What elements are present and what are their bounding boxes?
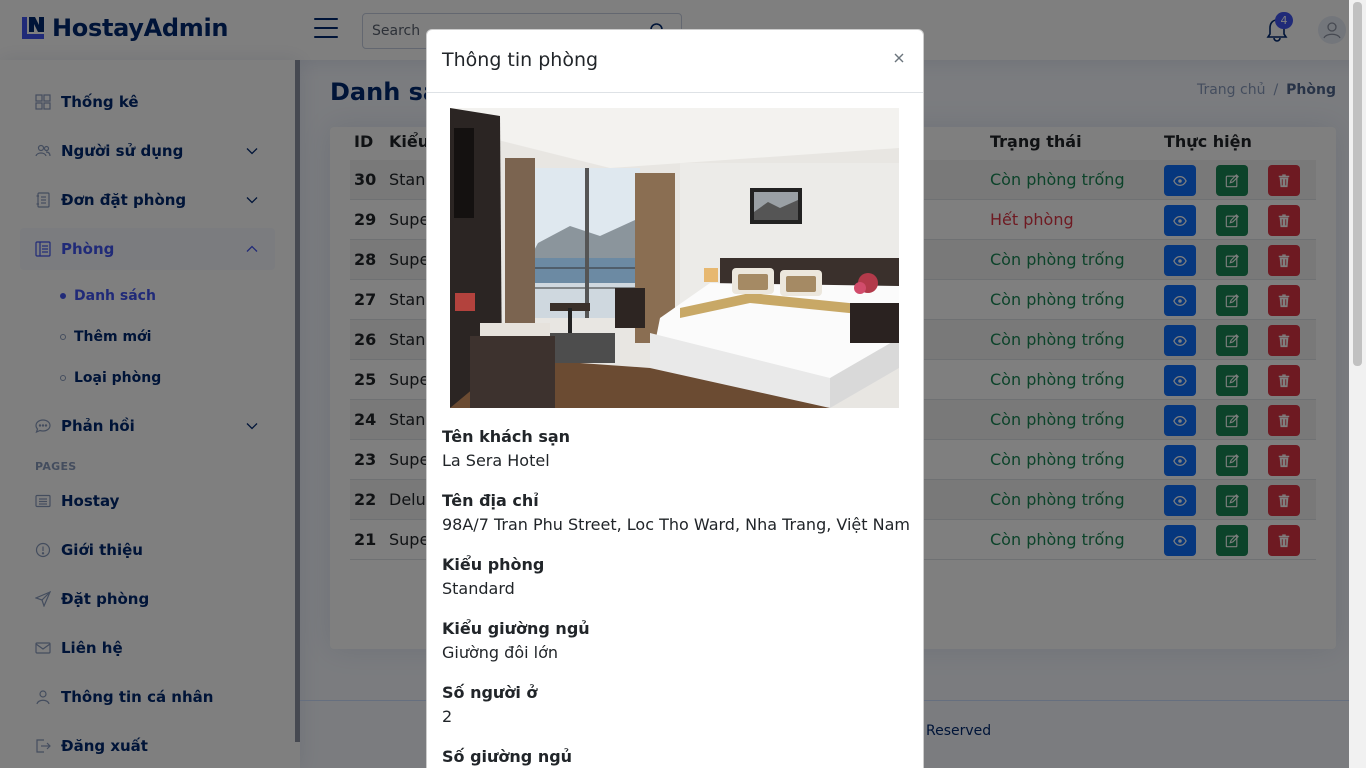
room-type-label: Kiểu phòng [442,555,545,574]
bed-type-value: Giường đôi lớn [442,643,559,662]
hotel-name-value: La Sera Hotel [442,451,550,470]
page-scrollbar[interactable] [1349,0,1366,768]
hotel-name-label: Tên khách sạn [442,427,571,446]
modal-header: Thông tin phòng [427,30,923,93]
address-value: 98A/7 Tran Phu Street, Loc Tho Ward, Nha… [442,515,910,534]
address-label: Tên địa chỉ [442,491,539,510]
room-type-value: Standard [442,579,515,598]
occupancy-value: 2 [442,707,453,726]
occupancy-label: Số người ở [442,683,538,702]
room-photo [450,108,899,408]
modal-title: Thông tin phòng [442,49,599,71]
scrollbar-thumb[interactable] [1353,2,1362,366]
bed-count-label: Số giường ngủ [442,747,573,766]
close-icon[interactable] [891,50,907,66]
bed-type-label: Kiểu giường ngủ [442,619,590,638]
room-info-modal: Thông tin phòng Tên khách sạn La Sera Ho… [426,29,924,768]
